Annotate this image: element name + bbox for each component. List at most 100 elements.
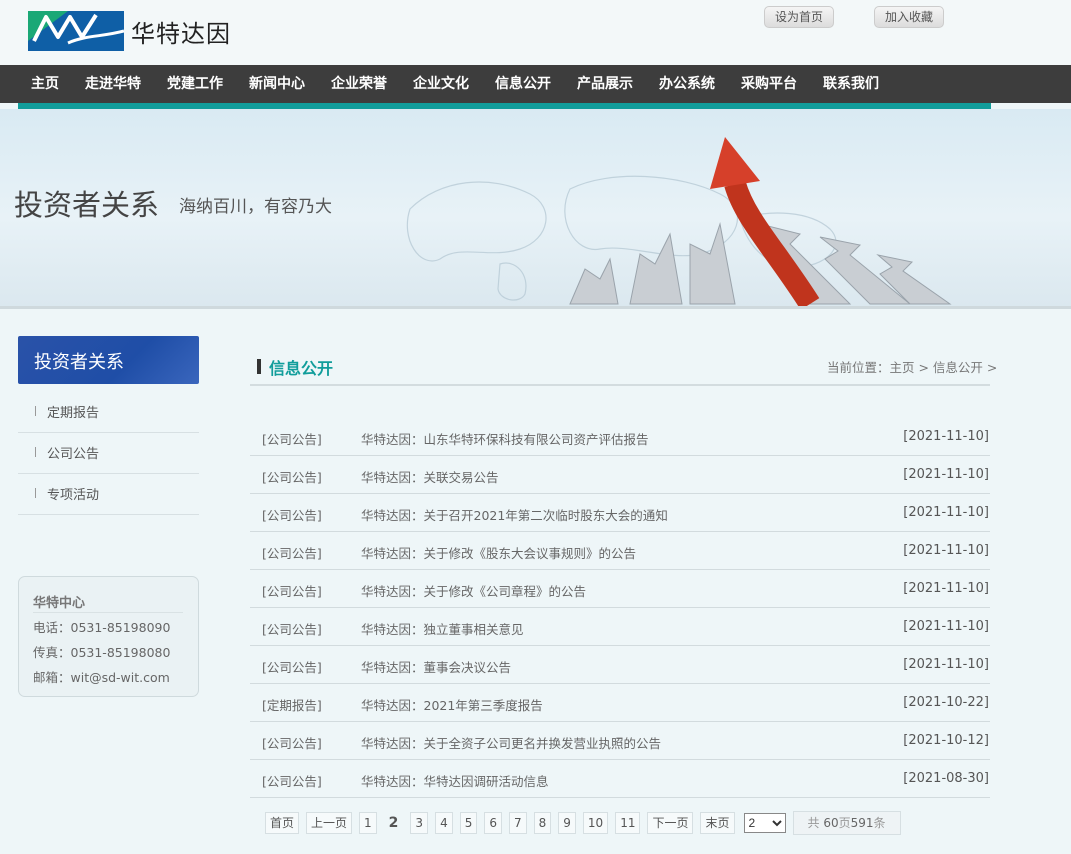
nav-item-office[interactable]: 办公系统 <box>646 65 728 103</box>
page-summary: 共 60页591条 <box>792 811 901 835</box>
next-page-button[interactable]: 下一页 <box>647 812 694 834</box>
sidebar-item-label: 定期报告 <box>47 406 100 421</box>
item-date: [2021-10-12] <box>903 733 989 748</box>
page-link[interactable]: 10 <box>582 812 609 834</box>
item-date: [2021-11-10] <box>903 657 989 672</box>
item-category[interactable]: [公司公告] <box>262 619 322 638</box>
page-select[interactable]: 2 <box>743 813 786 833</box>
sidebar-heading-label: 投资者关系 <box>34 352 124 373</box>
summary-suffix: 条 <box>873 816 886 830</box>
contact-box: 华特中心 电话：0531-85198090 传真：0531-85198080 邮… <box>18 576 199 697</box>
nav-item-home[interactable]: 主页 <box>18 65 72 103</box>
list-item[interactable]: [公司公告] 华特达因：山东华特环保科技有限公司资产评估报告 [2021-11-10… <box>250 418 990 456</box>
nav-item-news[interactable]: 新闻中心 <box>236 65 318 103</box>
sidebar-item-periodic-reports[interactable]: 定期报告 <box>18 392 199 433</box>
item-category[interactable]: [公司公告] <box>262 467 322 486</box>
item-category[interactable]: [公司公告] <box>262 429 322 448</box>
summary-mid: 页 <box>838 816 851 830</box>
main-nav: 主页 走进华特 党建工作 新闻中心 企业荣誉 企业文化 信息公开 产品展示 办公… <box>0 65 1071 103</box>
nav-item-culture[interactable]: 企业文化 <box>400 65 482 103</box>
list-item[interactable]: [公司公告] 华特达因：关于修改《公司章程》的公告 [2021-11-10] <box>250 570 990 608</box>
list-item[interactable]: [公司公告] 华特达因：董事会决议公告 [2021-11-10] <box>250 646 990 684</box>
item-category[interactable]: [公司公告] <box>262 505 322 524</box>
item-title[interactable]: 华特达因：关联交易公告 <box>361 467 499 486</box>
list-item[interactable]: [定期报告] 华特达因：2021年第三季度报告 [2021-10-22] <box>250 684 990 722</box>
nav-item-contact[interactable]: 联系我们 <box>810 65 892 103</box>
logo-mark-icon <box>28 11 124 51</box>
item-date: [2021-11-10] <box>903 581 989 596</box>
item-title[interactable]: 华特达因：关于召开2021年第二次临时股东大会的通知 <box>361 505 668 524</box>
nav-item-about[interactable]: 走进华特 <box>72 65 154 103</box>
nav-item-disclosure[interactable]: 信息公开 <box>482 65 564 103</box>
page-link[interactable]: 6 <box>484 812 502 834</box>
item-title[interactable]: 华特达因：2021年第三季度报告 <box>361 695 543 714</box>
item-date: [2021-08-30] <box>903 771 989 786</box>
contact-title: 华特中心 <box>33 596 86 611</box>
page-link[interactable]: 8 <box>533 812 552 834</box>
growth-arrows-graphic <box>569 137 952 306</box>
set-home-button[interactable]: 设为首页 <box>764 6 834 28</box>
nav-list: 主页 走进华特 党建工作 新闻中心 企业荣誉 企业文化 信息公开 产品展示 办公… <box>18 65 892 103</box>
item-title[interactable]: 华特达因：独立董事相关意见 <box>361 619 524 638</box>
sidebar-item-label: 公司公告 <box>47 447 100 462</box>
prev-page-button[interactable]: 上一页 <box>306 812 353 834</box>
sidebar-item-special-activities[interactable]: 专项活动 <box>18 474 199 515</box>
item-title[interactable]: 华特达因：关于全资子公司更名并换发营业执照的公告 <box>361 733 661 752</box>
item-category[interactable]: [公司公告] <box>262 581 322 600</box>
item-date: [2021-11-10] <box>903 467 989 482</box>
summary-prefix: 共 <box>807 816 820 830</box>
list-item[interactable]: [公司公告] 华特达因：关于修改《股东大会议事规则》的公告 [2021-11-10] <box>250 532 990 570</box>
page-link[interactable]: 11 <box>615 812 641 834</box>
section-marker <box>257 359 261 374</box>
list-item[interactable]: [公司公告] 华特达因：关于全资子公司更名并换发营业执照的公告 [2021-10-1… <box>250 722 990 760</box>
item-title[interactable]: 华特达因：董事会决议公告 <box>361 657 511 676</box>
sidebar-item-company-announcements[interactable]: 公司公告 <box>18 433 199 474</box>
page-link[interactable]: 7 <box>508 812 527 834</box>
contact-divider <box>33 612 183 613</box>
item-title[interactable]: 华特达因：山东华特环保科技有限公司资产评估报告 <box>361 429 649 448</box>
list-item[interactable]: [公司公告] 华特达因：华特达因调研活动信息 [2021-08-30] <box>250 760 990 798</box>
pagination: 首页 上一页 1 2 3 4 5 6 7 8 9 10 11 下一页 末页 2 … <box>265 811 901 835</box>
item-category[interactable]: [公司公告] <box>262 543 322 562</box>
item-date: [2021-11-10] <box>903 619 989 634</box>
nav-item-honors[interactable]: 企业荣誉 <box>318 65 400 103</box>
banner-title: 投资者关系 <box>14 188 160 222</box>
item-category[interactable]: [公司公告] <box>262 771 322 790</box>
banner: 投资者关系 海纳百川，有容乃大 <box>0 109 1071 309</box>
logo-text: 华特达因 <box>131 19 231 48</box>
item-title[interactable]: 华特达因：关于修改《公司章程》的公告 <box>361 581 586 600</box>
page-link[interactable]: 1 <box>359 812 377 834</box>
nav-item-products[interactable]: 产品展示 <box>564 65 646 103</box>
sidebar-menu: 定期报告 公司公告 专项活动 <box>18 392 199 515</box>
contact-fax: 传真：0531-85198080 <box>33 645 171 660</box>
item-date: [2021-11-10] <box>903 543 989 558</box>
nav-item-procurement[interactable]: 采购平台 <box>728 65 810 103</box>
add-favorite-button[interactable]: 加入收藏 <box>874 6 944 28</box>
total-pages: 60 <box>823 816 839 830</box>
item-title[interactable]: 华特达因：华特达因调研活动信息 <box>361 771 549 790</box>
item-category[interactable]: [公司公告] <box>262 657 322 676</box>
logo[interactable]: 华特达因 <box>28 11 231 51</box>
list-item[interactable]: [公司公告] 华特达因：关于召开2021年第二次临时股东大会的通知 [2021-11… <box>250 494 990 532</box>
item-category[interactable]: [定期报告] <box>262 695 322 714</box>
page-link[interactable]: 5 <box>459 812 478 834</box>
contact-phone: 电话：0531-85198090 <box>33 620 171 635</box>
total-items: 591 <box>850 816 874 830</box>
item-date: [2021-11-10] <box>903 505 989 520</box>
nav-item-party[interactable]: 党建工作 <box>154 65 236 103</box>
last-page-button[interactable]: 末页 <box>700 812 735 834</box>
page-link[interactable]: 4 <box>435 812 453 834</box>
page-link[interactable]: 9 <box>558 812 576 834</box>
current-page: 2 <box>388 815 399 831</box>
sidebar-item-label: 专项活动 <box>47 488 100 503</box>
sidebar-heading: 投资者关系 <box>18 336 199 384</box>
first-page-button[interactable]: 首页 <box>265 812 300 834</box>
list-item[interactable]: [公司公告] 华特达因：独立董事相关意见 [2021-11-10] <box>250 608 990 646</box>
item-category[interactable]: [公司公告] <box>262 733 322 752</box>
header: 华特达因 设为首页 加入收藏 <box>0 0 1071 65</box>
contact-email: 邮箱：wit@sd-wit.com <box>33 670 170 685</box>
item-title[interactable]: 华特达因：关于修改《股东大会议事规则》的公告 <box>361 543 636 562</box>
announcement-list: [公司公告] 华特达因：山东华特环保科技有限公司资产评估报告 [2021-11-10… <box>250 418 990 798</box>
list-item[interactable]: [公司公告] 华特达因：关联交易公告 [2021-11-10] <box>250 456 990 494</box>
page-link[interactable]: 3 <box>410 812 429 834</box>
